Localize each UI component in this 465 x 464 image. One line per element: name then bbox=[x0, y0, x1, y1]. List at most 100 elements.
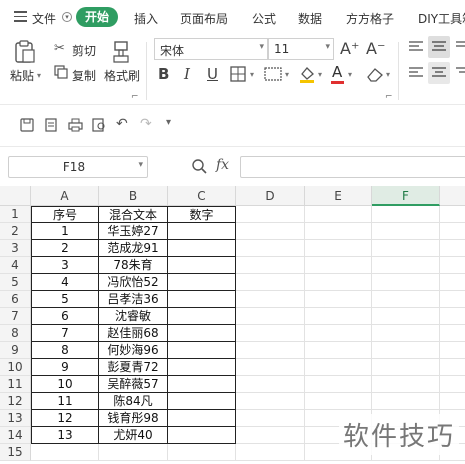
scissors-icon[interactable]: ✂ bbox=[54, 41, 65, 56]
table-cell[interactable]: 5 bbox=[31, 291, 99, 308]
merge-cells-icon[interactable] bbox=[264, 66, 282, 82]
table-cell[interactable] bbox=[168, 342, 236, 359]
table-cell[interactable]: 吴醉薇57 bbox=[99, 376, 168, 393]
table-cell[interactable]: 9 bbox=[31, 359, 99, 376]
empty-cell[interactable] bbox=[372, 376, 440, 393]
zoom-search-icon[interactable] bbox=[191, 158, 207, 174]
empty-cell[interactable] bbox=[236, 444, 305, 461]
fill-color-dropdown-icon[interactable]: ▾ bbox=[318, 70, 322, 79]
row-header-3[interactable]: 3 bbox=[0, 240, 31, 257]
chevron-down-icon[interactable]: ▾ bbox=[62, 12, 72, 22]
empty-cell[interactable] bbox=[236, 206, 305, 223]
empty-cell[interactable] bbox=[305, 291, 372, 308]
save-icon[interactable] bbox=[20, 118, 34, 132]
table-cell[interactable] bbox=[168, 376, 236, 393]
fill-color-icon[interactable] bbox=[298, 65, 316, 83]
table-cell[interactable]: 8 bbox=[31, 342, 99, 359]
print-preview-icon[interactable] bbox=[92, 118, 107, 132]
table-cell[interactable]: 序号 bbox=[31, 206, 99, 223]
empty-cell[interactable] bbox=[372, 393, 440, 410]
empty-cell[interactable] bbox=[372, 240, 440, 257]
table-cell[interactable]: 78朱育 bbox=[99, 257, 168, 274]
borders-dropdown-icon[interactable]: ▾ bbox=[250, 70, 254, 79]
empty-cell[interactable] bbox=[236, 223, 305, 240]
empty-cell[interactable] bbox=[440, 359, 465, 376]
table-cell[interactable]: 12 bbox=[31, 410, 99, 427]
align-right-icon[interactable] bbox=[455, 66, 465, 80]
empty-cell[interactable] bbox=[305, 206, 372, 223]
table-cell[interactable] bbox=[168, 257, 236, 274]
clipboard-launcher-icon[interactable]: ⌐ bbox=[131, 92, 139, 102]
align-top-icon[interactable] bbox=[408, 40, 424, 54]
table-cell[interactable] bbox=[168, 291, 236, 308]
empty-cell[interactable] bbox=[305, 376, 372, 393]
table-cell[interactable] bbox=[168, 274, 236, 291]
empty-cell[interactable] bbox=[440, 206, 465, 223]
grow-font-button[interactable]: A⁺ bbox=[340, 39, 359, 58]
table-cell[interactable]: 吕孝洁36 bbox=[99, 291, 168, 308]
table-cell[interactable]: 何妙海96 bbox=[99, 342, 168, 359]
formula-input[interactable] bbox=[240, 156, 465, 178]
copy-icon[interactable] bbox=[54, 65, 68, 79]
column-header-c[interactable]: C bbox=[168, 186, 236, 206]
table-cell[interactable]: 1 bbox=[31, 223, 99, 240]
bold-button[interactable]: B bbox=[158, 65, 169, 83]
empty-cell[interactable] bbox=[372, 325, 440, 342]
empty-cell[interactable] bbox=[305, 325, 372, 342]
row-header-11[interactable]: 11 bbox=[0, 376, 31, 393]
empty-cell[interactable] bbox=[440, 376, 465, 393]
empty-cell[interactable] bbox=[236, 427, 305, 444]
paste-dropdown-icon[interactable]: ▾ bbox=[37, 71, 41, 80]
shrink-font-button[interactable]: A⁻ bbox=[366, 39, 385, 58]
column-header-a[interactable]: A bbox=[31, 186, 99, 206]
empty-cell[interactable] bbox=[440, 393, 465, 410]
table-cell[interactable]: 沈睿敏 bbox=[99, 308, 168, 325]
empty-cell[interactable] bbox=[305, 257, 372, 274]
empty-cell[interactable] bbox=[99, 444, 168, 461]
row-header-15[interactable]: 15 bbox=[0, 444, 31, 461]
eraser-icon[interactable] bbox=[366, 66, 384, 82]
column-header-d[interactable]: D bbox=[236, 186, 305, 206]
table-cell[interactable] bbox=[168, 223, 236, 240]
table-cell[interactable]: 彭夏青72 bbox=[99, 359, 168, 376]
menu-icon[interactable] bbox=[14, 11, 27, 22]
row-header-5[interactable]: 5 bbox=[0, 274, 31, 291]
empty-cell[interactable] bbox=[305, 223, 372, 240]
format-painter-button[interactable]: 格式刷 bbox=[104, 67, 140, 84]
table-cell[interactable] bbox=[168, 240, 236, 257]
empty-cell[interactable] bbox=[440, 240, 465, 257]
table-cell[interactable]: 范成龙91 bbox=[99, 240, 168, 257]
copy-button[interactable]: 复制 bbox=[72, 67, 96, 84]
empty-cell[interactable] bbox=[440, 223, 465, 240]
empty-cell[interactable] bbox=[236, 410, 305, 427]
column-header-b[interactable]: B bbox=[99, 186, 168, 206]
empty-cell[interactable] bbox=[236, 342, 305, 359]
undo-icon[interactable]: ↶ bbox=[116, 116, 128, 132]
empty-cell[interactable] bbox=[305, 240, 372, 257]
table-cell[interactable]: 13 bbox=[31, 427, 99, 444]
tab-diy-tools[interactable]: DIY工具箱 bbox=[418, 10, 465, 27]
row-header-1[interactable]: 1 bbox=[0, 206, 31, 223]
borders-icon[interactable] bbox=[230, 66, 246, 82]
customize-toolbar-icon[interactable]: ▾ bbox=[166, 117, 171, 128]
tab-start[interactable]: 开始 bbox=[76, 7, 118, 27]
empty-cell[interactable] bbox=[440, 257, 465, 274]
empty-cell[interactable] bbox=[372, 257, 440, 274]
row-header-12[interactable]: 12 bbox=[0, 393, 31, 410]
empty-cell[interactable] bbox=[372, 359, 440, 376]
empty-cell[interactable] bbox=[236, 325, 305, 342]
tab-page-layout[interactable]: 页面布局 bbox=[180, 10, 228, 27]
table-cell[interactable]: 3 bbox=[31, 257, 99, 274]
print-icon[interactable] bbox=[68, 118, 83, 132]
format-painter-icon[interactable] bbox=[110, 40, 132, 64]
empty-cell[interactable] bbox=[305, 274, 372, 291]
menu-file[interactable]: 文件 bbox=[32, 10, 56, 27]
paste-icon[interactable] bbox=[14, 40, 36, 64]
table-cell[interactable]: 陈84凡 bbox=[99, 393, 168, 410]
clear-dropdown-icon[interactable]: ▾ bbox=[386, 70, 390, 79]
tab-formulas[interactable]: 公式 bbox=[252, 10, 276, 27]
column-header-e[interactable]: E bbox=[305, 186, 372, 206]
select-all-corner[interactable] bbox=[0, 186, 31, 206]
font-name-select[interactable]: 宋体 ▾ bbox=[154, 38, 268, 60]
empty-cell[interactable] bbox=[305, 308, 372, 325]
